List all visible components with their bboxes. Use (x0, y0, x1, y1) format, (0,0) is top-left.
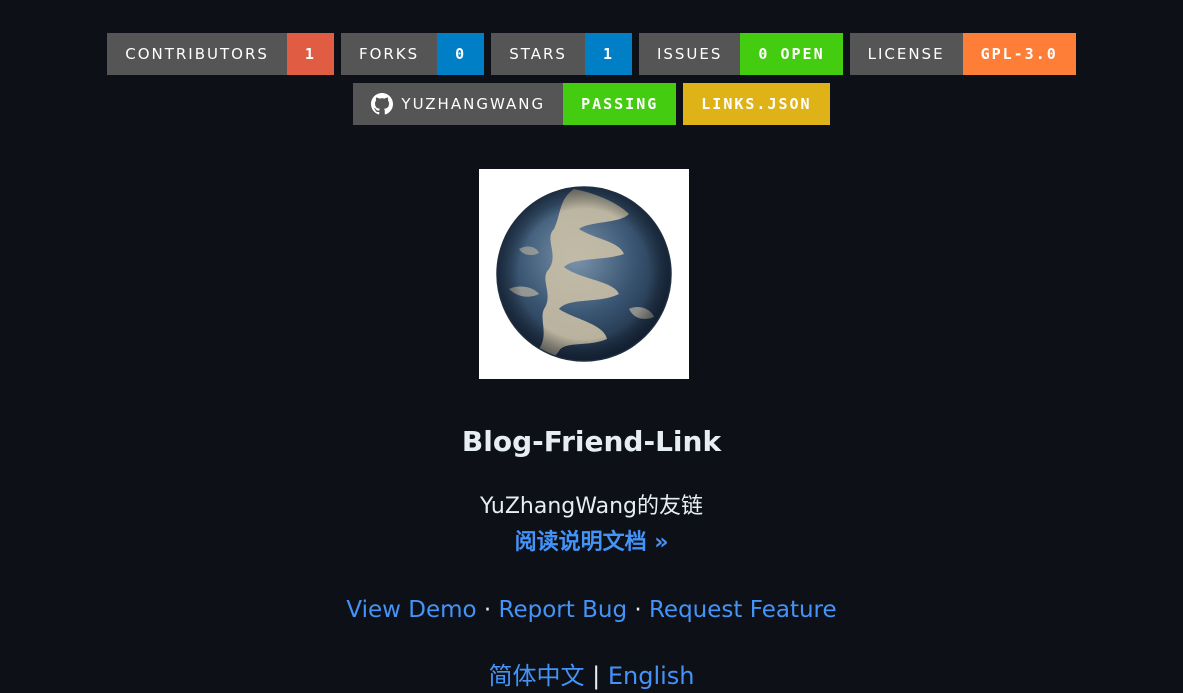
links-json-badge[interactable]: LINKS.JSON (683, 83, 830, 125)
badge-label: STARS (491, 33, 585, 75)
lang-en-link[interactable]: English (608, 662, 695, 690)
badge-label: ISSUES (638, 33, 741, 75)
badge-row-stats: CONTRIBUTORS 1 FORKS 0 STARS 1 ISSUES 0 … (0, 33, 1183, 75)
read-docs-link[interactable]: 阅读说明文档 » (0, 524, 1183, 556)
issues-badge[interactable]: ISSUES 0 OPEN (638, 33, 843, 75)
badge-value: 1 (584, 33, 632, 75)
project-title: Blog-Friend-Link (461, 425, 722, 458)
badge-value: 0 OPEN (740, 33, 843, 75)
license-badge[interactable]: LICENSE GPL-3.0 (849, 33, 1076, 75)
badge-label: CONTRIBUTORS (107, 33, 287, 75)
stars-badge[interactable]: STARS 1 (491, 33, 632, 75)
globe-logo (496, 186, 672, 362)
lang-zh-link[interactable]: 简体中文 (488, 662, 584, 690)
contributors-badge[interactable]: CONTRIBUTORS 1 (107, 33, 334, 75)
github-icon (371, 93, 394, 115)
separator: · (627, 597, 649, 623)
badge-row-status: YUZHANGWANG PASSING LINKS.JSON (0, 83, 1183, 125)
forks-badge[interactable]: FORKS 0 (340, 33, 485, 75)
build-status-badge[interactable]: YUZHANGWANG PASSING (353, 83, 677, 125)
project-links: View Demo · Report Bug · Request Feature (0, 597, 1183, 623)
separator: · (476, 597, 499, 623)
badge-label-text: YUZHANGWANG (401, 95, 546, 113)
report-bug-link[interactable]: Report Bug (499, 597, 628, 623)
badge-label: YUZHANGWANG (353, 83, 564, 125)
project-subtitle: YuZhangWang的友链 (480, 494, 703, 519)
project-logo[interactable] (479, 169, 689, 379)
badge-value: PASSING (563, 83, 677, 125)
badge-label: LICENSE (849, 33, 963, 75)
view-demo-link[interactable]: View Demo (346, 597, 476, 623)
badge-value: 0 (437, 33, 485, 75)
language-switcher: 简体中文 | English (0, 656, 1183, 691)
badge-label: FORKS (340, 33, 438, 75)
separator: | (584, 662, 608, 690)
badge-value: LINKS.JSON (683, 83, 830, 125)
badge-value: GPL-3.0 (962, 33, 1076, 75)
badge-value: 1 (286, 33, 334, 75)
request-feature-link[interactable]: Request Feature (649, 597, 837, 623)
